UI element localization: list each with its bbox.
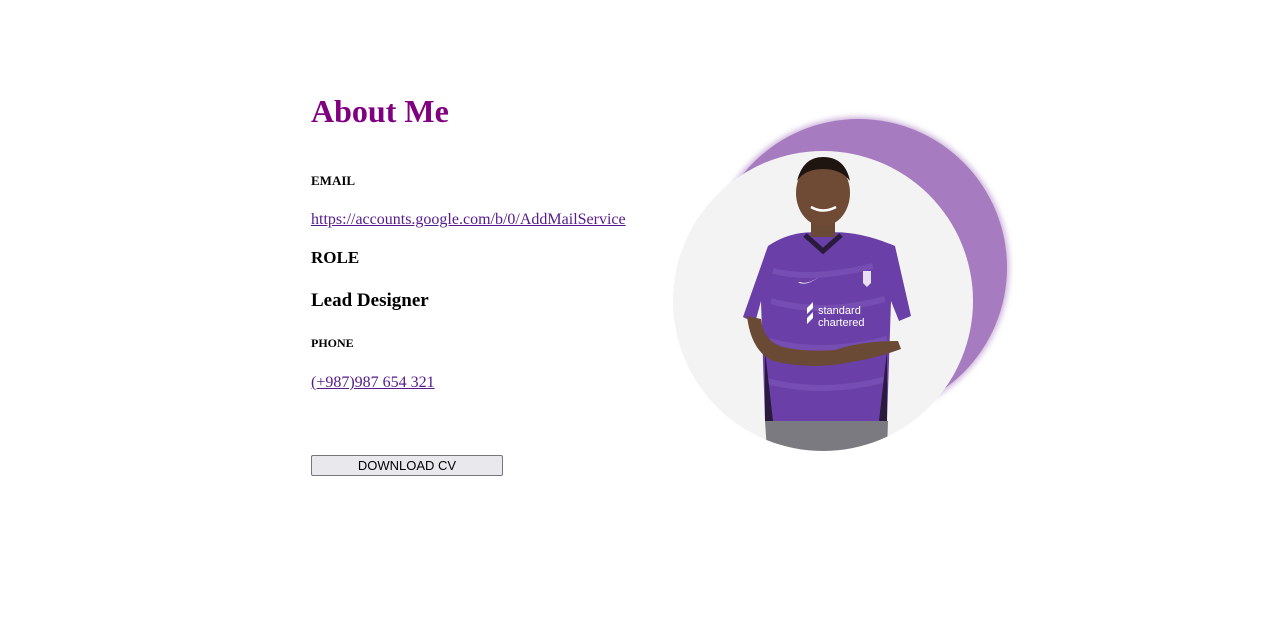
- profile-photo: standard chartered: [673, 151, 973, 451]
- sponsor-text-2: chartered: [818, 317, 864, 329]
- person-illustration: standard chartered: [743, 157, 911, 451]
- sponsor-text-1: standard: [818, 305, 861, 317]
- email-link[interactable]: https://accounts.google.com/b/0/AddMailS…: [311, 210, 626, 230]
- phone-link[interactable]: (+987)987 654 321: [311, 373, 435, 393]
- page-title: About Me: [311, 93, 449, 129]
- shorts-shape: [765, 421, 888, 451]
- role-label: ROLE: [311, 248, 360, 267]
- about-page: About Me EMAIL https://accounts.google.c…: [0, 0, 1288, 638]
- phone-label: PHONE: [311, 336, 354, 350]
- profile-photo-area: standard chartered: [660, 110, 1020, 460]
- role-value: Lead Designer: [311, 290, 429, 311]
- download-cv-button[interactable]: DOWNLOAD CV: [311, 455, 503, 476]
- email-label: EMAIL: [311, 173, 356, 188]
